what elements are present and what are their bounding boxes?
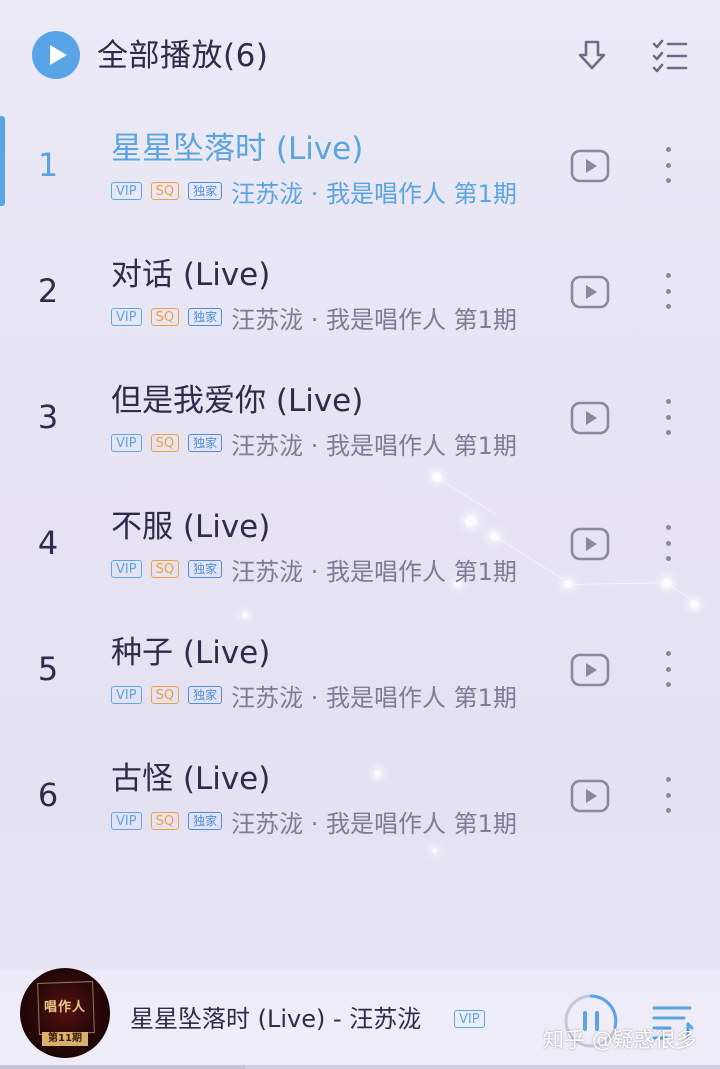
song-subtitle: 汪苏泷 · 我是唱作人 第1期	[231, 809, 517, 838]
song-index: 1	[37, 146, 59, 184]
song-subtitle: 汪苏泷 · 我是唱作人 第1期	[231, 305, 517, 334]
playback-progress[interactable]	[0, 1065, 720, 1069]
mv-play-icon[interactable]	[570, 653, 610, 687]
song-row[interactable]: 6 古怪 (Live) VIP SQ 独家 汪苏泷 · 我是唱作人 第1期	[0, 747, 720, 872]
playback-progress-fill	[0, 1065, 245, 1069]
song-index: 6	[37, 776, 59, 814]
song-subtitle: 汪苏泷 · 我是唱作人 第1期	[231, 683, 517, 712]
mv-play-icon[interactable]	[570, 779, 610, 813]
sq-tag: SQ	[150, 686, 180, 704]
more-options-icon[interactable]	[656, 143, 680, 187]
vip-tag: VIP	[111, 308, 142, 326]
more-options-icon[interactable]	[656, 647, 680, 691]
sq-tag: SQ	[150, 182, 180, 200]
song-title: 不服 (Live)	[111, 509, 271, 545]
vip-tag: VIP	[111, 434, 142, 452]
sq-tag: SQ	[150, 560, 180, 578]
exclusive-tag: 独家	[188, 308, 223, 326]
sq-tag: SQ	[150, 308, 180, 326]
song-title: 但是我爱你 (Live)	[111, 383, 364, 419]
sq-tag: SQ	[150, 434, 180, 452]
song-title: 种子 (Live)	[111, 635, 271, 671]
song-title: 星星坠落时 (Live)	[111, 131, 364, 167]
song-title: 古怪 (Live)	[111, 761, 271, 797]
sq-tag: SQ	[150, 812, 180, 830]
mv-play-icon[interactable]	[570, 275, 610, 309]
more-options-icon[interactable]	[656, 395, 680, 439]
play-all-button[interactable]	[32, 31, 80, 79]
song-row[interactable]: 1 星星坠落时 (Live) VIP SQ 独家 汪苏泷 · 我是唱作人 第1期	[0, 117, 720, 242]
now-playing-title[interactable]: 星星坠落时 (Live) - 汪苏泷	[130, 1002, 421, 1036]
song-index: 2	[37, 272, 59, 310]
song-row[interactable]: 5 种子 (Live) VIP SQ 独家 汪苏泷 · 我是唱作人 第1期	[0, 621, 720, 746]
vip-tag: VIP	[111, 686, 142, 704]
exclusive-tag: 独家	[188, 686, 223, 704]
download-icon[interactable]	[572, 36, 612, 76]
mv-play-icon[interactable]	[570, 401, 610, 435]
play-all-label[interactable]: 全部播放(6)	[97, 34, 268, 78]
mv-play-icon[interactable]	[570, 149, 610, 183]
song-row[interactable]: 3 但是我爱你 (Live) VIP SQ 独家 汪苏泷 · 我是唱作人 第1期	[0, 369, 720, 494]
vip-tag: VIP	[111, 560, 142, 578]
song-title: 对话 (Live)	[111, 257, 271, 293]
song-index: 4	[37, 524, 59, 562]
cover-title: 唱作人	[43, 1000, 86, 1015]
song-index: 5	[37, 650, 59, 688]
multi-select-icon[interactable]	[650, 36, 690, 76]
song-row[interactable]: 4 不服 (Live) VIP SQ 独家 汪苏泷 · 我是唱作人 第1期	[0, 495, 720, 620]
song-subtitle: 汪苏泷 · 我是唱作人 第1期	[231, 431, 517, 460]
play-icon	[50, 45, 67, 65]
watermark: 知乎 @疑惑很多	[543, 1028, 697, 1052]
song-meta: VIP SQ 独家 汪苏泷 · 我是唱作人 第1期	[111, 300, 517, 334]
more-options-icon[interactable]	[656, 773, 680, 817]
more-options-icon[interactable]	[656, 269, 680, 313]
song-row[interactable]: 2 对话 (Live) VIP SQ 独家 汪苏泷 · 我是唱作人 第1期	[0, 243, 720, 368]
song-subtitle: 汪苏泷 · 我是唱作人 第1期	[231, 179, 517, 208]
vip-tag: VIP	[111, 812, 142, 830]
exclusive-tag: 独家	[188, 560, 223, 578]
song-meta: VIP SQ 独家 汪苏泷 · 我是唱作人 第1期	[111, 426, 517, 460]
playlist-header: 全部播放(6)	[0, 0, 720, 112]
song-meta: VIP SQ 独家 汪苏泷 · 我是唱作人 第1期	[111, 678, 517, 712]
mv-play-icon[interactable]	[570, 527, 610, 561]
album-cover[interactable]: 唱作人 第11期	[20, 968, 110, 1058]
song-meta: VIP SQ 独家 汪苏泷 · 我是唱作人 第1期	[111, 174, 517, 208]
song-meta: VIP SQ 独家 汪苏泷 · 我是唱作人 第1期	[111, 804, 517, 838]
more-options-icon[interactable]	[656, 521, 680, 565]
exclusive-tag: 独家	[188, 182, 223, 200]
song-subtitle: 汪苏泷 · 我是唱作人 第1期	[231, 557, 517, 586]
cover-badge: 第11期	[42, 1032, 88, 1046]
player-vip-tag: VIP	[454, 1010, 485, 1028]
song-index: 3	[37, 398, 59, 436]
exclusive-tag: 独家	[188, 434, 223, 452]
exclusive-tag: 独家	[188, 812, 223, 830]
vip-tag: VIP	[111, 182, 142, 200]
song-meta: VIP SQ 独家 汪苏泷 · 我是唱作人 第1期	[111, 552, 517, 586]
